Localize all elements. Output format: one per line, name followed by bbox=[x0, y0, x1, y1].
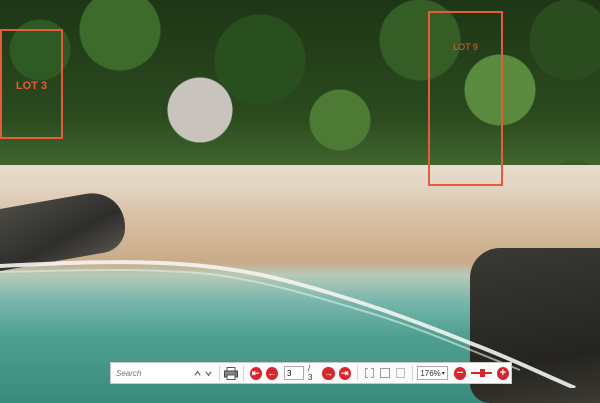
viewer-toolbar: ⇤ ← / 3 → ⇥ 176% ▾ − + bbox=[110, 362, 512, 384]
zoom-out-icon[interactable]: − bbox=[453, 366, 467, 380]
zoom-slider[interactable] bbox=[471, 369, 492, 377]
separator bbox=[412, 365, 414, 381]
separator bbox=[242, 365, 244, 381]
printer-icon[interactable] bbox=[224, 365, 239, 381]
aerial-beach-view: LOT 3 LOT 9 ⇤ ← / 3 → ⇥ 176% ▾ − + bbox=[0, 0, 600, 403]
previous-page-icon[interactable]: ← bbox=[265, 366, 278, 380]
separator bbox=[218, 365, 220, 381]
zoom-slider-handle[interactable] bbox=[480, 369, 486, 377]
zoom-in-icon[interactable]: + bbox=[496, 366, 509, 380]
next-page-icon[interactable]: → bbox=[322, 366, 335, 380]
lot-9-label: LOT 9 bbox=[453, 42, 478, 52]
separator bbox=[356, 365, 358, 381]
forest-canopy bbox=[0, 0, 600, 165]
rocks-left bbox=[0, 186, 125, 272]
zoom-select[interactable]: 176% ▾ bbox=[417, 366, 448, 380]
lot-3-label: LOT 3 bbox=[15, 80, 48, 92]
fit-page-icon[interactable] bbox=[364, 368, 375, 378]
first-page-icon[interactable]: ⇤ bbox=[249, 366, 262, 380]
search-input[interactable] bbox=[114, 365, 192, 381]
single-page-icon[interactable] bbox=[395, 368, 406, 378]
chevron-down-icon[interactable] bbox=[203, 365, 214, 381]
last-page-icon[interactable]: ⇥ bbox=[338, 366, 351, 380]
page-number-input[interactable] bbox=[284, 366, 304, 380]
zoom-value: 176% bbox=[420, 368, 441, 378]
page-total: / 3 bbox=[308, 364, 313, 382]
lot-9-boundary[interactable] bbox=[428, 11, 503, 186]
chevron-down-icon: ▾ bbox=[441, 370, 445, 377]
fit-width-icon[interactable] bbox=[380, 368, 390, 378]
chevron-up-icon[interactable] bbox=[192, 365, 203, 381]
